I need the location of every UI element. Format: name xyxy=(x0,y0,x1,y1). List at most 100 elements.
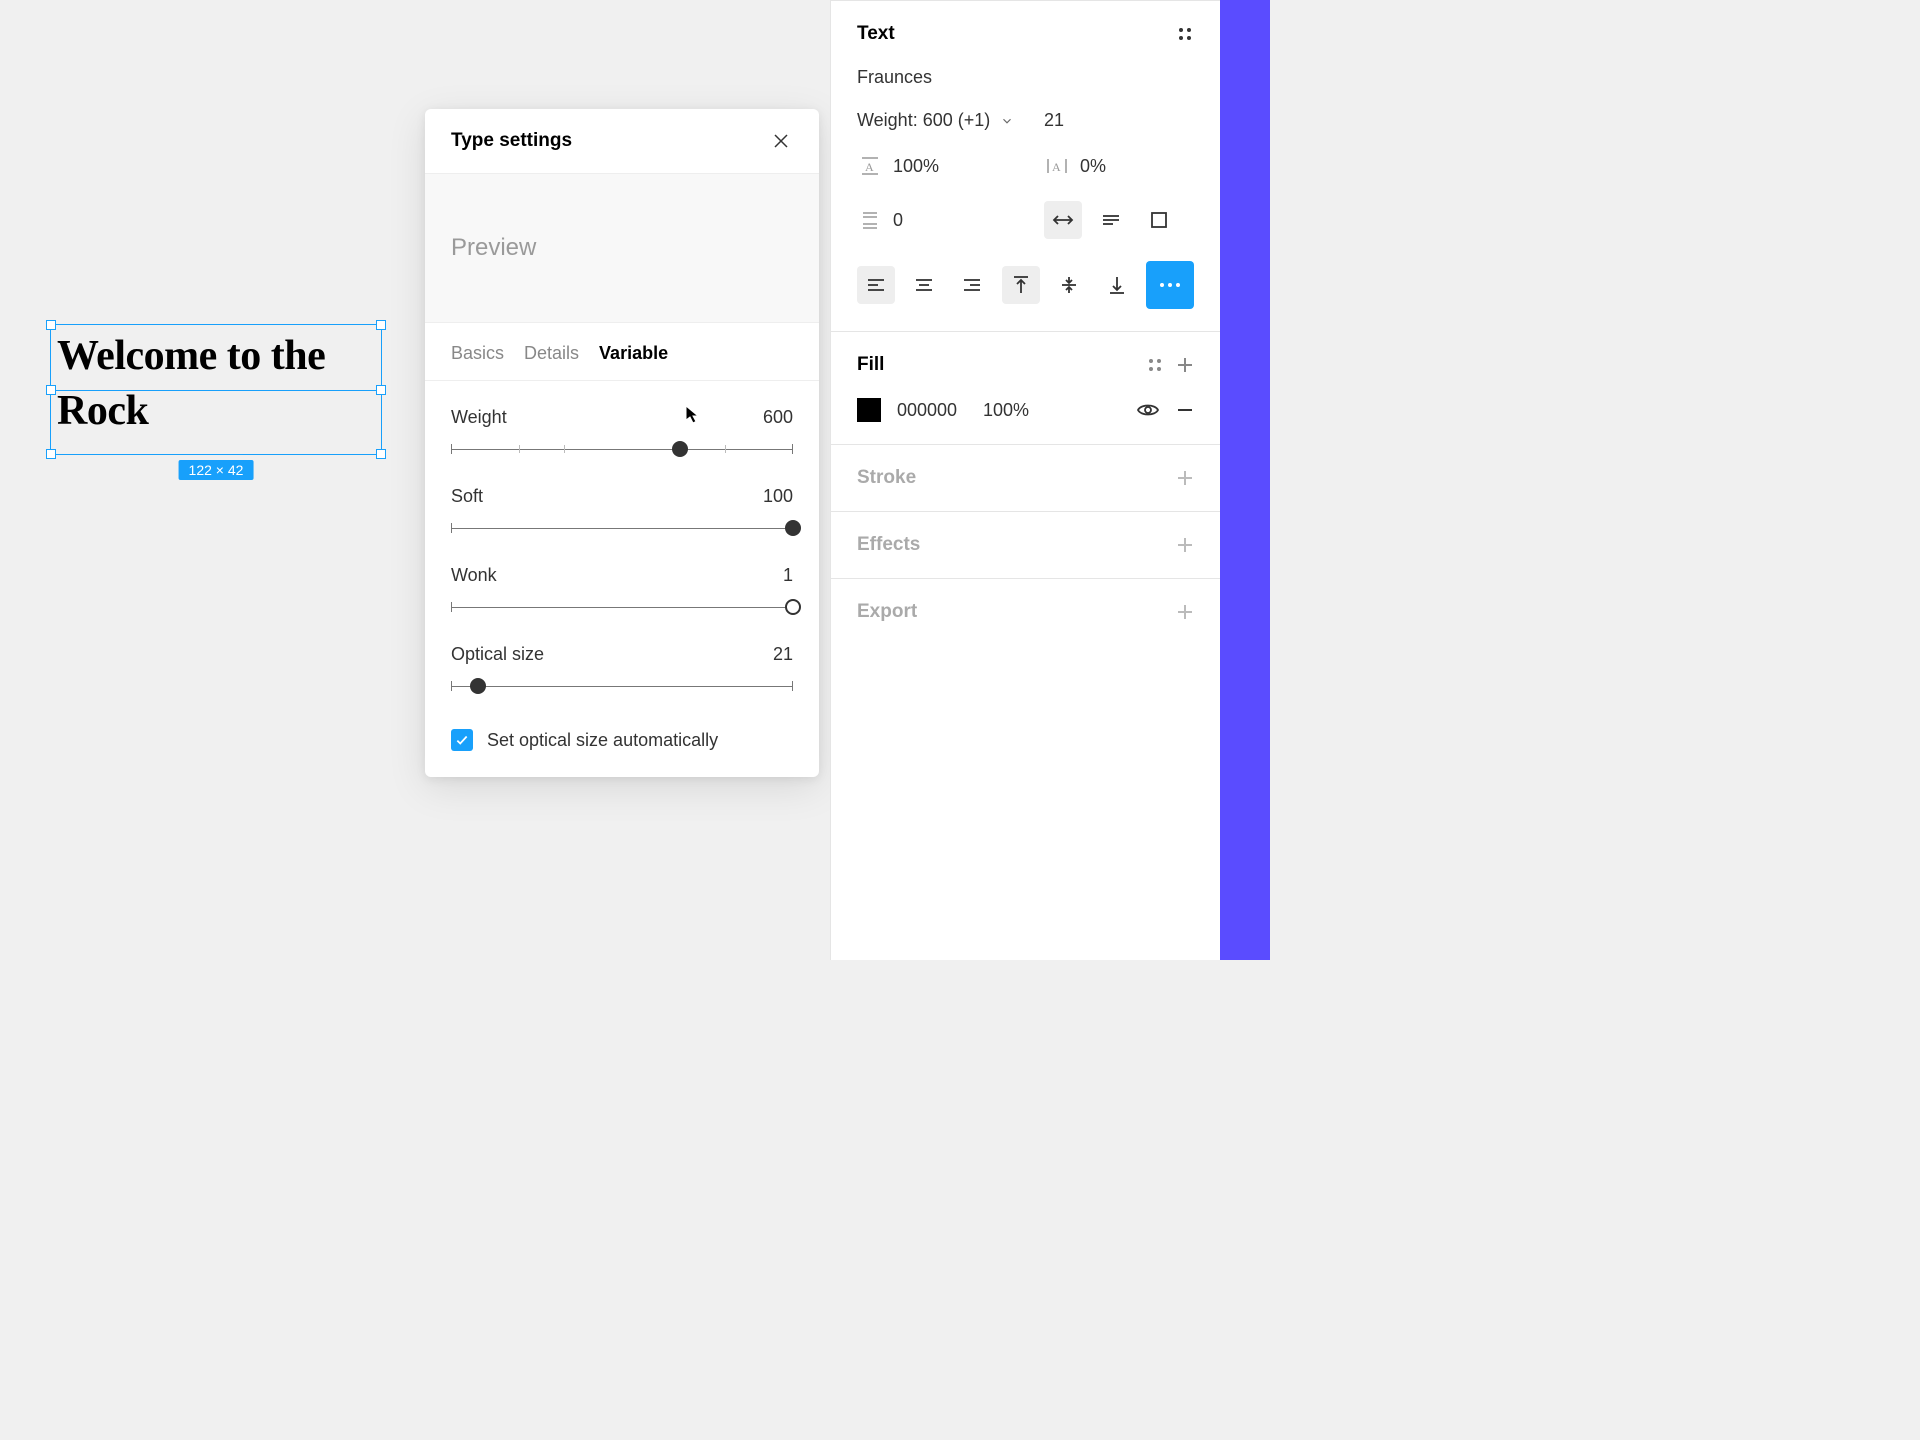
align-center-icon xyxy=(914,277,934,293)
auto-width-icon xyxy=(1052,212,1074,228)
font-weight-select[interactable]: Weight: 600 (+1) xyxy=(857,110,1044,131)
soft-slider-thumb[interactable] xyxy=(785,520,801,536)
selection-size-badge: 122 × 42 xyxy=(179,460,254,480)
auto-height-icon xyxy=(1101,212,1121,228)
export-section-title: Export xyxy=(857,601,917,623)
optical-auto-checkbox-row[interactable]: Set optical size automatically xyxy=(451,723,793,751)
type-settings-dialog: Type settings Preview Basics Details Var… xyxy=(425,109,819,777)
resize-handle-bl[interactable] xyxy=(46,449,56,459)
add-export-button[interactable] xyxy=(1176,603,1194,621)
style-options-icon[interactable] xyxy=(1176,25,1194,43)
align-right-button[interactable] xyxy=(953,266,991,304)
fill-color-swatch[interactable] xyxy=(857,398,881,422)
stroke-section: Stroke xyxy=(831,445,1220,512)
tab-variable[interactable]: Variable xyxy=(599,343,668,364)
align-right-icon xyxy=(962,277,982,293)
wonk-label: Wonk xyxy=(451,565,497,586)
align-middle-button[interactable] xyxy=(1050,266,1088,304)
resize-handle-tr[interactable] xyxy=(376,320,386,330)
paragraph-spacing-input[interactable]: 0 xyxy=(857,207,1044,233)
check-icon xyxy=(455,733,469,747)
fill-visibility-toggle[interactable] xyxy=(1136,401,1160,419)
resize-mode-group xyxy=(1044,201,1194,239)
optical-size-label: Optical size xyxy=(451,644,544,665)
slider-weight: Weight 600 xyxy=(451,407,793,456)
resize-handle-tl[interactable] xyxy=(46,320,56,330)
fill-opacity-input[interactable]: 100% xyxy=(983,400,1043,421)
weight-label: Weight xyxy=(451,407,507,428)
align-left-button[interactable] xyxy=(857,266,895,304)
wonk-value: 1 xyxy=(783,565,793,586)
close-button[interactable] xyxy=(769,129,793,153)
add-fill-button[interactable] xyxy=(1176,356,1194,374)
svg-text:A: A xyxy=(865,160,874,174)
align-center-button[interactable] xyxy=(905,266,943,304)
optical-auto-label: Set optical size automatically xyxy=(487,730,718,751)
text-section: Text Fraunces Weight: 600 (+1) 21 A xyxy=(831,1,1220,332)
weight-slider-track[interactable] xyxy=(451,442,793,456)
vertical-align-group xyxy=(1002,266,1136,304)
dialog-title: Type settings xyxy=(451,130,572,152)
tab-details[interactable]: Details xyxy=(524,343,579,364)
svg-text:A: A xyxy=(1052,160,1061,174)
accent-stripe xyxy=(1220,0,1270,960)
more-icon xyxy=(1158,281,1182,289)
font-family-select[interactable]: Fraunces xyxy=(857,67,1194,88)
auto-height-button[interactable] xyxy=(1092,201,1130,239)
export-section: Export xyxy=(831,579,1220,645)
font-size-input[interactable]: 21 xyxy=(1044,110,1194,131)
fill-style-icon[interactable] xyxy=(1146,356,1164,374)
type-settings-tabs: Basics Details Variable xyxy=(425,323,819,381)
soft-label: Soft xyxy=(451,486,483,507)
align-middle-icon xyxy=(1060,275,1078,295)
close-icon xyxy=(772,132,790,150)
tab-basics[interactable]: Basics xyxy=(451,343,504,364)
resize-handle-ml[interactable] xyxy=(46,385,56,395)
slider-soft: Soft 100 xyxy=(451,486,793,535)
optical-auto-checkbox[interactable] xyxy=(451,729,473,751)
align-bottom-button[interactable] xyxy=(1098,266,1136,304)
optical-slider-track[interactable] xyxy=(451,679,793,693)
effects-section-title: Effects xyxy=(857,534,920,556)
resize-handle-mr[interactable] xyxy=(376,385,386,395)
fill-section: Fill 000000 100% xyxy=(831,332,1220,445)
slider-wonk: Wonk 1 xyxy=(451,565,793,614)
line-height-input[interactable]: A 100% xyxy=(857,153,1044,179)
resize-handle-br[interactable] xyxy=(376,449,386,459)
stroke-section-title: Stroke xyxy=(857,467,916,489)
chevron-down-icon xyxy=(1000,114,1014,128)
align-bottom-icon xyxy=(1108,275,1126,295)
effects-section: Effects xyxy=(831,512,1220,579)
horizontal-align-group xyxy=(857,266,991,304)
wonk-slider-thumb[interactable] xyxy=(785,599,801,615)
auto-width-button[interactable] xyxy=(1044,201,1082,239)
add-effect-button[interactable] xyxy=(1176,536,1194,554)
line-height-icon: A xyxy=(857,153,883,179)
preview-label: Preview xyxy=(451,234,793,262)
selected-text-frame[interactable]: Welcome to the Rock 122 × 42 xyxy=(50,324,382,455)
remove-fill-button[interactable] xyxy=(1176,401,1194,419)
optical-size-value: 21 xyxy=(773,644,793,665)
align-left-icon xyxy=(866,277,886,293)
fixed-size-icon xyxy=(1150,211,1168,229)
soft-value: 100 xyxy=(763,486,793,507)
align-top-button[interactable] xyxy=(1002,266,1040,304)
weight-value: 600 xyxy=(763,407,793,428)
add-stroke-button[interactable] xyxy=(1176,469,1194,487)
wonk-slider-track[interactable] xyxy=(451,600,793,614)
soft-slider-track[interactable] xyxy=(451,521,793,535)
type-options-button[interactable] xyxy=(1146,261,1194,309)
letter-spacing-icon: A xyxy=(1044,153,1070,179)
align-top-icon xyxy=(1012,275,1030,295)
slider-optical-size: Optical size 21 xyxy=(451,644,793,693)
weight-slider-thumb[interactable] xyxy=(672,441,688,457)
preview-area: Preview xyxy=(425,174,819,323)
fill-hex-input[interactable]: 000000 xyxy=(897,400,967,421)
letter-spacing-input[interactable]: A 0% xyxy=(1044,153,1194,179)
fixed-size-button[interactable] xyxy=(1140,201,1178,239)
paragraph-spacing-icon xyxy=(857,207,883,233)
inspector-panel: Text Fraunces Weight: 600 (+1) 21 A xyxy=(830,0,1220,960)
fill-section-title: Fill xyxy=(857,354,884,376)
text-section-title: Text xyxy=(857,23,895,45)
optical-slider-thumb[interactable] xyxy=(470,678,486,694)
